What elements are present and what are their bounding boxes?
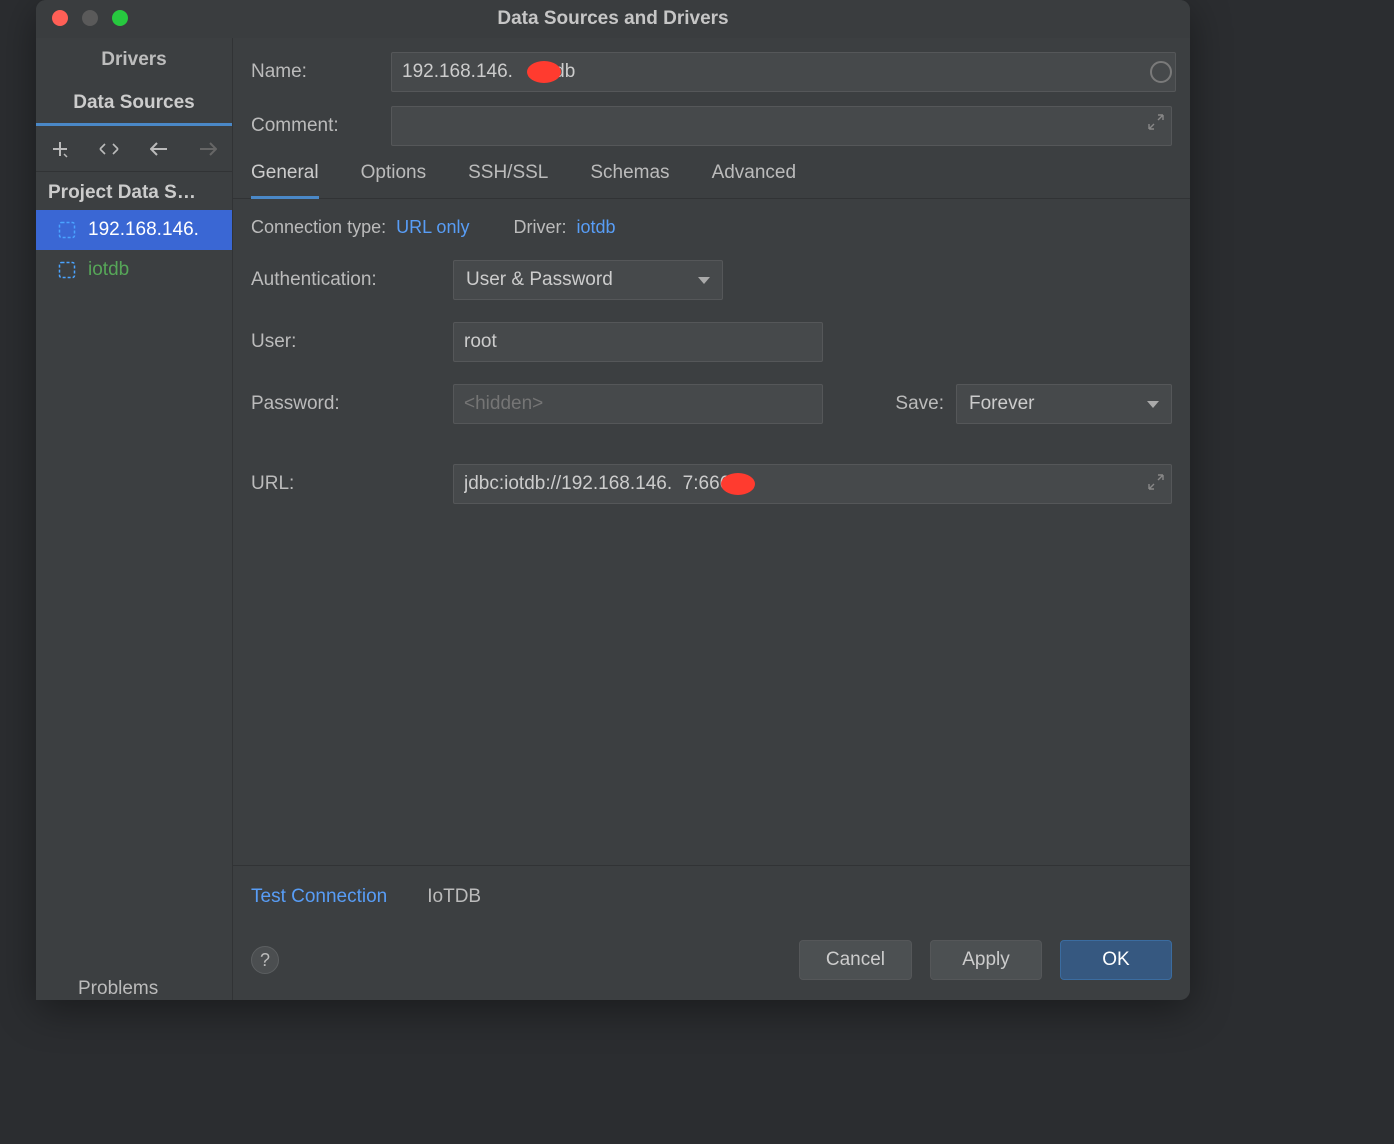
comment-label: Comment: xyxy=(251,115,381,137)
duplicate-icon[interactable] xyxy=(96,135,124,163)
sidebar-heading: Project Data S… xyxy=(36,172,232,210)
tree-item[interactable]: 192.168.146. xyxy=(36,210,232,250)
driver-link[interactable]: iotdb xyxy=(576,217,615,238)
data-source-tree: 192.168.146. iotdb xyxy=(36,210,232,954)
sidebar: Drivers Data Sources Project Data S… xyxy=(36,38,232,1000)
driver-name-label: IoTDB xyxy=(427,886,481,908)
password-label: Password: xyxy=(251,393,441,415)
save-select[interactable]: Forever xyxy=(956,384,1172,424)
color-circle-icon[interactable] xyxy=(1150,61,1172,83)
authentication-label: Authentication: xyxy=(251,269,441,291)
expand-icon[interactable] xyxy=(1148,474,1164,495)
cancel-button[interactable]: Cancel xyxy=(799,940,912,980)
add-icon[interactable] xyxy=(46,135,74,163)
database-icon xyxy=(58,261,76,279)
chevron-down-icon xyxy=(1147,401,1159,408)
apply-button[interactable]: Apply xyxy=(930,940,1042,980)
tree-item-label: 192.168.146. xyxy=(88,219,199,241)
connection-type-value[interactable]: URL only xyxy=(396,217,469,238)
dialog-title: Data Sources and Drivers xyxy=(497,8,728,30)
main-panel: Name: Comment: General xyxy=(232,38,1190,1000)
name-label: Name: xyxy=(251,61,381,83)
forward-icon xyxy=(195,135,223,163)
tab-general[interactable]: General xyxy=(251,156,319,199)
footer-links: Test Connection IoTDB xyxy=(233,865,1190,924)
window-controls xyxy=(52,10,128,26)
test-connection-link[interactable]: Test Connection xyxy=(251,886,387,908)
titlebar: Data Sources and Drivers xyxy=(36,0,1190,38)
authentication-select[interactable]: User & Password xyxy=(453,260,723,300)
config-tabs: General Options SSH/SSL Schemas Advanced xyxy=(233,146,1190,199)
sidebar-tab-data-sources[interactable]: Data Sources xyxy=(36,82,232,126)
save-value: Forever xyxy=(969,393,1034,415)
driver-label: Driver: xyxy=(513,217,566,238)
name-input[interactable] xyxy=(391,52,1176,92)
authentication-value: User & Password xyxy=(466,269,613,291)
tree-item-label: iotdb xyxy=(88,259,129,281)
back-icon[interactable] xyxy=(145,135,173,163)
url-input[interactable] xyxy=(453,464,1172,504)
password-input[interactable] xyxy=(453,384,823,424)
tab-options[interactable]: Options xyxy=(361,156,426,198)
help-button[interactable]: ? xyxy=(251,946,279,974)
dialog-buttons: ? Cancel Apply OK xyxy=(233,924,1190,1000)
chevron-down-icon xyxy=(698,277,710,284)
sidebar-tab-drivers[interactable]: Drivers xyxy=(36,38,232,82)
connection-type-label: Connection type: xyxy=(251,217,386,238)
database-icon xyxy=(58,221,76,239)
sidebar-toolbar xyxy=(36,126,232,172)
comment-input[interactable] xyxy=(391,106,1172,146)
tab-schemas[interactable]: Schemas xyxy=(590,156,669,198)
redaction-dot xyxy=(721,473,755,495)
minimize-icon[interactable] xyxy=(82,10,98,26)
url-label: URL: xyxy=(251,473,441,495)
user-input[interactable] xyxy=(453,322,823,362)
data-sources-dialog: Data Sources and Drivers Drivers Data So… xyxy=(36,0,1190,1000)
redaction-dot xyxy=(527,61,561,83)
expand-icon[interactable] xyxy=(1148,114,1164,135)
sidebar-problems[interactable]: Problems xyxy=(36,954,232,1000)
close-icon[interactable] xyxy=(52,10,68,26)
user-label: User: xyxy=(251,331,441,353)
save-label: Save: xyxy=(895,393,944,415)
tab-ssh-ssl[interactable]: SSH/SSL xyxy=(468,156,548,198)
zoom-icon[interactable] xyxy=(112,10,128,26)
tab-advanced[interactable]: Advanced xyxy=(712,156,797,198)
tree-item[interactable]: iotdb xyxy=(36,250,232,290)
ok-button[interactable]: OK xyxy=(1060,940,1172,980)
